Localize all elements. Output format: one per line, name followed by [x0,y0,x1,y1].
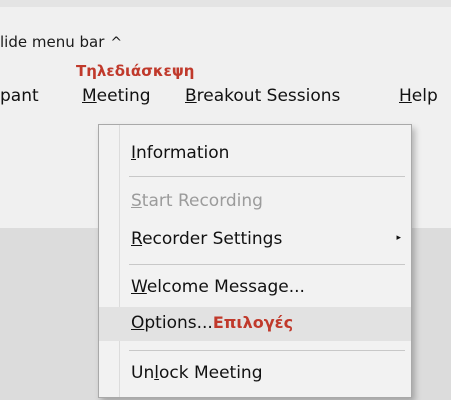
menu-item-welcome-message-label: Welcome Message... [131,277,305,297]
menu-item-welcome-message[interactable]: Welcome Message... [99,271,411,305]
menu-item-recorder-settings-label: Recorder Settings [131,229,283,249]
menu-help-label: elp [411,86,438,106]
menu-breakout-sessions[interactable]: Breakout Sessions [185,86,340,106]
menu-help[interactable]: Help [399,86,438,106]
menu-meeting[interactable]: Meeting [82,86,151,106]
menu-item-start-recording[interactable]: Start Recording [99,185,411,219]
menu-item-unlock-meeting[interactable]: Unlock Meeting [99,357,411,391]
menu-item-unlock-meeting-label: Unlock Meeting [131,363,263,383]
menu-item-start-recording-label: Start Recording [131,191,263,211]
meeting-dropdown-menu: Information Start Recording Recorder Set… [98,124,412,398]
hide-menu-bar-toggle[interactable]: lide menu bar ^ [0,33,122,51]
meeting-translation-annotation: Τηλεδιάσκεψη [76,62,195,80]
menu-help-mnemonic: H [399,86,412,106]
menu-participant-label: pant [0,86,39,106]
menu-participant[interactable]: pant [0,86,39,106]
options-translation-annotation: Επιλογές [212,313,294,332]
menu-item-information[interactable]: Information [99,137,411,171]
menu-meeting-label: eeting [96,86,151,106]
hide-menu-bar-label: lide menu bar [0,33,105,51]
menu-meeting-mnemonic: M [82,86,97,106]
menu-separator [129,176,405,177]
menu-breakout-label: reakout Sessions [196,86,341,106]
menu-item-options-label: Options...Επιλογές [131,313,294,333]
submenu-arrow-icon: ▸ [396,233,401,243]
menu-separator [129,264,405,265]
menu-item-information-label: Information [131,143,230,163]
chevron-up-icon: ^ [110,35,123,51]
menu-item-options[interactable]: Options...Επιλογές [99,307,411,341]
window-top-strip [0,0,451,7]
menu-separator [129,350,405,351]
menu-item-recorder-settings[interactable]: Recorder Settings ▸ [99,223,411,257]
menu-breakout-mnemonic: B [185,86,197,106]
